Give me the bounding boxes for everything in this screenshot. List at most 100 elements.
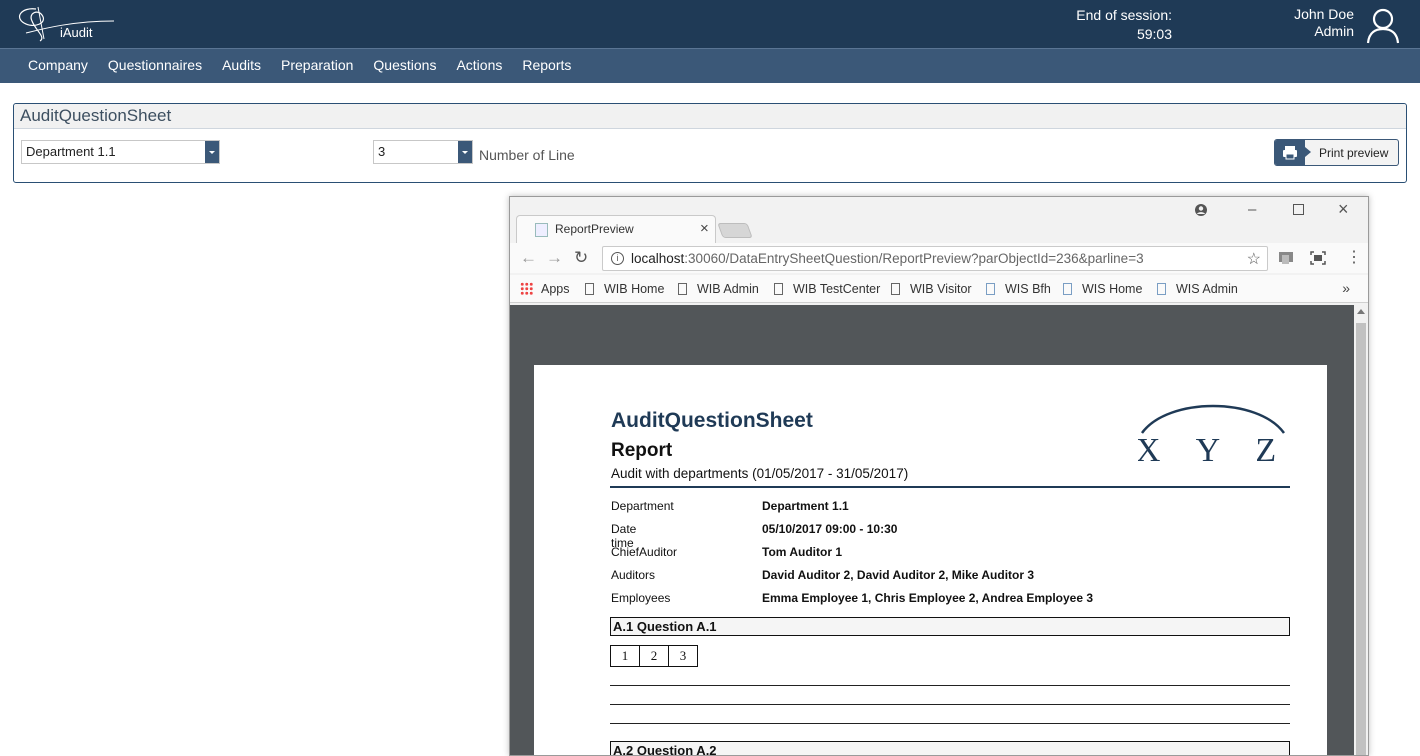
nav-questions[interactable]: Questions [363,49,446,82]
extension-icon[interactable] [1278,250,1294,270]
number-of-line-label: Number of Line [479,147,575,163]
profile-icon[interactable] [1194,203,1208,221]
bookmark-label: WIS Home [1082,282,1143,296]
user-role: Admin [1314,23,1354,39]
bookmark-wis-home[interactable]: WIS Home [1063,282,1142,296]
answer-box: 1 [610,645,640,667]
minimize-icon[interactable]: – [1248,201,1256,218]
print-preview-button[interactable]: Print preview [1274,139,1399,166]
question-header: A.2 Question A.2 [610,741,1290,755]
field-value: Department 1.1 [762,499,849,513]
screenshot-icon[interactable] [1310,250,1326,270]
audit-question-sheet-panel: AuditQuestionSheet Department 1.1 3 Numb… [13,103,1407,183]
report-title: AuditQuestionSheet [611,409,813,432]
bookmark-label: WIB Home [604,282,665,296]
writing-line [610,704,1290,705]
page-icon [1157,283,1166,295]
bookmark-wib-admin[interactable]: WIB Admin [678,282,759,296]
writing-line [610,685,1290,686]
bookmark-wis-admin[interactable]: WIS Admin [1157,282,1238,296]
logo-text: iAudit [60,25,93,40]
field-value: David Auditor 2, David Auditor 2, Mike A… [762,568,1035,582]
browser-toolbar: ← → ↻ i localhost:30060/DataEntrySheetQu… [510,243,1368,273]
chevron-down-icon[interactable] [205,141,219,163]
bookmark-wib-home[interactable]: WIB Home [585,282,664,296]
nav-preparation[interactable]: Preparation [271,49,363,82]
bookmarks-bar: Apps WIB Home WIB Admin WIB TestCenter W… [510,275,1368,303]
viewer-scrollbar[interactable] [1354,305,1368,755]
bookmark-label: WIS Admin [1176,282,1238,296]
close-icon[interactable]: × [700,220,709,237]
user-avatar-icon[interactable] [1366,8,1400,44]
browser-tab[interactable]: ReportPreview × [516,215,716,243]
question-header: A.1 Question A.1 [610,617,1290,636]
bookmarks-overflow-icon[interactable]: » [1342,280,1350,296]
main-nav: Company Questionnaires Audits Preparatio… [0,48,1420,83]
user-info[interactable]: John Doe Admin [1294,6,1354,40]
number-of-line-value: 3 [378,144,386,159]
page-icon [585,283,594,295]
page-icon [774,283,783,295]
nav-audits[interactable]: Audits [212,49,271,82]
nav-reports[interactable]: Reports [512,49,581,82]
page-icon [678,283,687,295]
bookmark-wib-visitor[interactable]: WIB Visitor [891,282,972,296]
field-value: Tom Auditor 1 [762,545,842,559]
field-label: Employees [611,591,671,605]
report-subtitle: Report [611,440,673,461]
info-icon[interactable]: i [611,252,624,265]
report-audit-name: Audit with departments (01/05/2017 - 31/… [611,466,909,481]
tab-title: ReportPreview [555,222,634,236]
bookmark-wis-bfh[interactable]: WIS Bfh [986,282,1051,296]
new-tab-button[interactable] [717,223,753,238]
department-select[interactable]: Department 1.1 [21,140,220,164]
xyz-logo-text: X Y Z [1138,432,1288,465]
nav-company[interactable]: Company [18,49,98,82]
bookmark-star-icon[interactable]: ☆ [1247,248,1261,271]
page-icon [891,283,900,295]
print-preview-label: Print preview [1319,146,1389,160]
bookmark-label: WIS Bfh [1005,282,1051,296]
back-icon[interactable]: ← [520,248,537,268]
nav-questionnaires[interactable]: Questionnaires [98,49,212,82]
url-path: :30060/DataEntrySheetQuestion/ReportPrev… [684,251,1144,266]
scroll-up-icon[interactable] [1357,309,1365,314]
maximize-icon[interactable] [1293,202,1304,219]
answer-number-boxes: 1 2 3 [610,645,698,667]
close-window-icon[interactable]: × [1338,199,1349,220]
report-preview-window: ReportPreview × – × ← → ↻ i localhost:30… [509,196,1369,756]
answer-box: 3 [668,645,698,667]
xyz-logo-icon: X Y Z [1138,404,1288,465]
menu-kebab-icon[interactable]: ⋮ [1346,247,1362,267]
bookmark-apps[interactable]: Apps [520,282,570,296]
field-value: 05/10/2017 09:00 - 10:30 [762,522,898,536]
chevron-down-icon[interactable] [458,141,472,163]
bookmark-label: WIB Admin [697,282,759,296]
field-label: Auditors [611,568,656,582]
bookmark-label: WIB TestCenter [793,282,881,296]
top-header: iAudit End of session: 59:03 John Doe Ad… [0,0,1420,48]
bookmark-wib-testcenter[interactable]: WIB TestCenter [774,282,880,296]
department-select-value: Department 1.1 [26,144,116,159]
browser-tab-strip: ReportPreview × – × [510,197,1368,243]
number-of-line-select[interactable]: 3 [373,140,473,164]
printer-icon [1275,140,1311,165]
report-page: AuditQuestionSheet Report Audit with dep… [534,365,1327,755]
session-label: End of session: [1076,7,1172,23]
bookmark-label: WIB Visitor [910,282,972,296]
nav-actions[interactable]: Actions [446,49,512,82]
field-label: Department [611,499,674,513]
panel-title: AuditQuestionSheet [14,104,1406,129]
session-time: 59:03 [1136,26,1172,42]
forward-icon[interactable]: → [546,248,563,268]
apps-grid-icon [520,282,533,295]
page-icon [535,223,548,237]
user-name: John Doe [1294,6,1354,22]
report-viewer[interactable]: AuditQuestionSheet Report Audit with dep… [510,305,1368,755]
url-host: localhost [631,251,685,266]
session-timer: End of session: 59:03 [1076,6,1172,44]
reload-icon[interactable]: ↻ [574,248,588,268]
report-header-divider [610,486,1290,488]
scrollbar-thumb[interactable] [1356,323,1366,755]
address-bar[interactable]: i localhost:30060/DataEntrySheetQuestion… [602,246,1268,271]
